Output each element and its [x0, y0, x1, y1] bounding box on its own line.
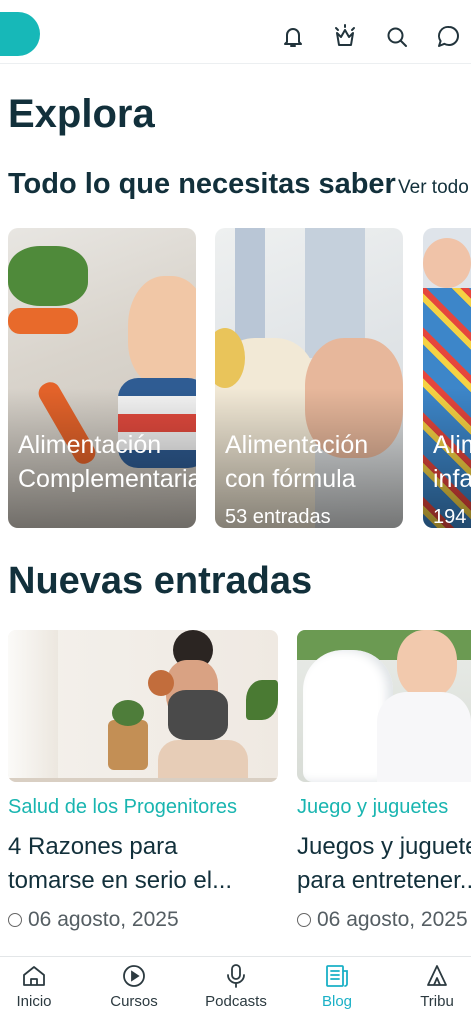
post-title: 4 Razones para tomarse en serio el...: [8, 830, 232, 898]
chat-icon[interactable]: [436, 24, 462, 50]
category-card[interactable]: Alimentación Complementaria: [8, 228, 196, 528]
crown-icon[interactable]: [332, 24, 358, 50]
nav-label: Blog: [321, 993, 353, 1010]
category-count: 53 entradas: [225, 506, 331, 528]
category-title: Alimentación Complementaria: [18, 428, 196, 496]
post-category[interactable]: Salud de los Progenitores: [8, 796, 237, 819]
category-title-line: Complementaria: [18, 465, 196, 493]
category-card[interactable]: Alimentación infantil 194 entradas: [423, 228, 471, 528]
category-title-line: Alimentación: [433, 431, 471, 459]
section-title: Todo lo que necesitas saber: [8, 168, 396, 200]
nav-item-inicio[interactable]: Inicio: [0, 957, 81, 1025]
nav-label: Cursos: [110, 993, 158, 1010]
nav-label: Podcasts: [205, 993, 267, 1010]
page-title: Explora: [8, 92, 155, 136]
avatar[interactable]: [0, 12, 40, 56]
nav-item-tribu[interactable]: Tribu: [390, 957, 471, 1025]
tribe-icon: [427, 965, 447, 986]
post-title-line: Juegos y juguetes: [297, 833, 471, 860]
post-date-text: 06 agosto, 2025: [28, 908, 179, 931]
post-date: 06 agosto, 2025: [297, 908, 468, 932]
post-date-text: 06 agosto, 2025: [317, 908, 468, 931]
microphone-icon: [227, 964, 245, 988]
post-title-line: tomarse en serio el...: [8, 867, 233, 894]
bottom-nav: Inicio Cursos Podcasts Blog Tribu: [0, 956, 471, 1025]
see-all-link[interactable]: Ver todo: [398, 177, 471, 199]
category-title: Alimentación con fórmula: [225, 428, 403, 496]
top-bar: [0, 0, 471, 64]
clock-icon: [8, 913, 22, 927]
nav-label: Tribu: [420, 993, 454, 1010]
new-posts-title: Nuevas entradas: [8, 560, 313, 602]
post-image: [297, 630, 471, 782]
search-icon[interactable]: [384, 24, 410, 50]
post-category[interactable]: Juego y juguetes: [297, 796, 448, 819]
category-title-line: infantil: [433, 465, 471, 493]
nav-label: Inicio: [16, 993, 52, 1010]
category-title-line: con fórmula: [225, 465, 356, 493]
post-title-line: para entretener...: [297, 867, 471, 894]
post-image: [8, 630, 278, 782]
category-count: 194 entradas: [433, 506, 471, 528]
category-title: Alimentación infantil: [433, 428, 471, 496]
blog-icon: [326, 965, 348, 987]
category-title-line: Alimentación: [18, 431, 162, 459]
category-card[interactable]: Alimentación con fórmula 53 entradas: [215, 228, 403, 528]
post-title: Juegos y juguetes para entretener...: [297, 830, 471, 898]
post-date: 06 agosto, 2025: [8, 908, 179, 932]
post-title-line: 4 Razones para: [8, 833, 178, 860]
nav-item-blog[interactable]: Blog: [290, 957, 384, 1025]
nav-item-podcasts[interactable]: Podcasts: [189, 957, 283, 1025]
home-icon: [23, 966, 45, 986]
category-title-line: Alimentación: [225, 431, 369, 459]
clock-icon: [297, 913, 311, 927]
play-icon: [123, 965, 145, 987]
nav-item-cursos[interactable]: Cursos: [87, 957, 181, 1025]
bell-icon[interactable]: [280, 24, 306, 50]
